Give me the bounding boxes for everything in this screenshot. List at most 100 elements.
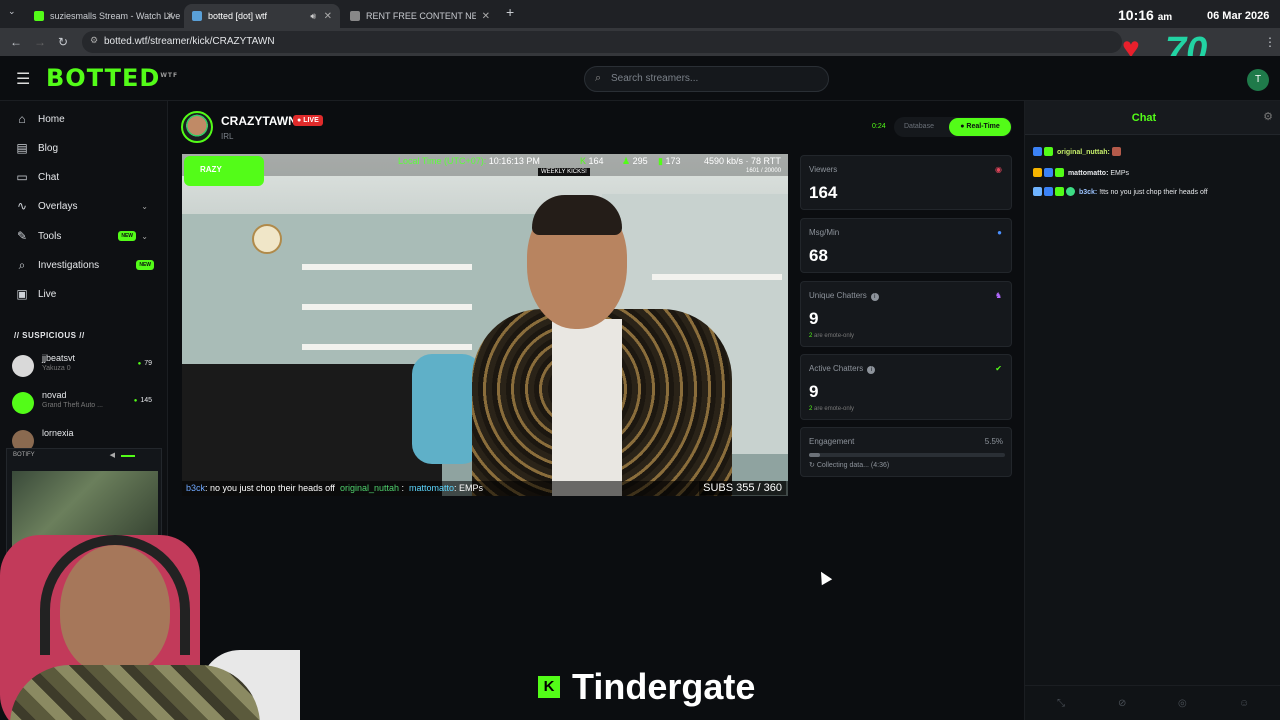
streamer-name: lornexia: [42, 428, 74, 438]
sidebar-item-label: Investigations: [38, 259, 100, 271]
chat-username[interactable]: mattomatto:: [1068, 170, 1108, 177]
emote-text: are emote-only: [814, 406, 855, 412]
ticker-user: original_nuttah: [339, 483, 399, 493]
local-time: Local Time (UTC+07): 10:16:13 PM: [398, 156, 540, 166]
close-tab-icon[interactable]: ✕: [166, 11, 174, 22]
emoji-icon[interactable]: ☺: [1239, 698, 1249, 709]
url-field[interactable]: ⚙ botted.wtf/streamer/kick/CRAZYTAWN: [82, 31, 1122, 53]
pulse-icon: ∿: [16, 199, 28, 213]
url-text: botted.wtf/streamer/kick/CRAZYTAWN: [104, 36, 275, 47]
close-tab-icon[interactable]: ✕: [482, 11, 490, 22]
streamer-name[interactable]: CRAZYTAWN: [221, 114, 297, 128]
sidebar-item-chat[interactable]: ▭ Chat: [14, 167, 154, 187]
search-input[interactable]: ⌕ Search streamers...: [584, 66, 829, 92]
browser-tab-1[interactable]: suziesmalls Stream - Watch Live ✕: [26, 4, 182, 28]
suspicious-streamer-row[interactable]: novad Grand Theft Auto ... 145: [12, 390, 152, 418]
shelf: [302, 344, 472, 350]
info-icon[interactable]: i: [867, 366, 876, 374]
unique-chatters-card: Unique Chatters i ♞ 9 2 are emote-only: [800, 281, 1012, 347]
card-label: Viewers: [809, 165, 838, 174]
clock: 10:16 am: [1118, 7, 1172, 23]
wrench-icon: ✎: [16, 229, 28, 243]
check-circle-icon: ✔: [995, 364, 1002, 373]
chat-icon: ▮: [658, 156, 663, 166]
tab-list-icon[interactable]: ⌄: [8, 6, 16, 17]
new-badge: NEW: [136, 260, 154, 270]
emote-text: are emote-only: [814, 333, 855, 339]
browser-address-bar: ← → ↻ ⚙ botted.wtf/streamer/kick/CRAZYTA…: [0, 28, 1280, 56]
viewer-count: 145: [134, 397, 152, 404]
camera-icon[interactable]: ◎: [1178, 698, 1187, 709]
streamer-name: novad: [42, 390, 67, 400]
engagement-status-text: Collecting data... (4:36): [816, 462, 890, 469]
viewer-stat: K 164: [580, 156, 604, 166]
minimize-icon[interactable]: ⤡: [1057, 698, 1065, 709]
streamer-avatar[interactable]: [181, 111, 213, 143]
gear-icon[interactable]: ⚙: [1263, 110, 1273, 123]
no-eye-icon[interactable]: ⊘: [1118, 698, 1126, 709]
kick-favicon-icon: [34, 11, 44, 21]
card-label: Active Chatters: [809, 364, 864, 373]
reload-icon[interactable]: ↻: [58, 35, 68, 49]
engagement-card: Engagement 5.5% ↻ Collecting data... (4:…: [800, 427, 1012, 477]
user-avatar[interactable]: T: [1247, 69, 1269, 91]
volume-slider[interactable]: [121, 455, 135, 457]
engagement-percent: 5.5%: [984, 437, 1003, 446]
clock-date: 06 Mar 2026: [1207, 10, 1270, 22]
chat-ticker: b3ck: no you just chop their heads off o…: [182, 481, 788, 496]
sidebar-item-label: Chat: [38, 171, 60, 183]
site-logo[interactable]: BOTTEDWTF: [46, 64, 178, 92]
chat-bubble-icon: ▭: [16, 170, 28, 184]
card-label-wrap: Active Chatters i: [809, 364, 876, 374]
botify-label: BOTIFY: [13, 452, 35, 458]
live-badge: ● LIVE: [293, 115, 323, 126]
site-info-icon[interactable]: ⚙: [90, 35, 98, 46]
sidebar-item-blog[interactable]: ▤ Blog: [14, 138, 154, 158]
sidebar-item-tools[interactable]: ✎ Tools NEW ⌄: [14, 226, 154, 246]
card-label: Engagement: [809, 437, 855, 446]
person-icon: ♟: [622, 156, 631, 166]
chat-username[interactable]: b3ck:: [1079, 189, 1097, 196]
menu-kebab-icon[interactable]: ⋮: [1264, 35, 1276, 49]
kick-icon: K: [580, 156, 587, 166]
info-icon[interactable]: i: [870, 293, 879, 301]
chat-username[interactable]: original_nuttah:: [1057, 149, 1110, 156]
emote-count: 2: [809, 406, 813, 412]
suspicious-streamer-row[interactable]: jjbeatsvt Yakuza 0 79: [12, 353, 152, 381]
hamburger-menu-icon[interactable]: ☰: [16, 69, 30, 89]
speaker-icon[interactable]: ◀: [110, 451, 115, 459]
verified-icon: [1066, 187, 1075, 196]
overlay-chatters: 173: [665, 156, 681, 166]
active-chatters-card: Active Chatters i ✔ 9 2 are emote-only: [800, 354, 1012, 420]
speaker-icon[interactable]: 🔊︎: [310, 11, 316, 22]
close-tab-icon[interactable]: ✕: [324, 11, 332, 22]
new-tab-icon[interactable]: +: [506, 4, 514, 20]
sidebar-item-label: Tools: [38, 230, 62, 242]
sidebar-item-live[interactable]: ▣ Live: [14, 284, 154, 304]
engagement-bar: [809, 453, 1005, 457]
sidebar-item-overlays[interactable]: ∿ Overlays ⌄: [14, 196, 154, 216]
tindergate-overlay: K Tindergate: [538, 665, 755, 709]
browser-tab-2[interactable]: botted [dot] wtf 🔊︎ ✕: [184, 4, 340, 28]
chat-message: mattomatto: EMPs: [1033, 168, 1269, 179]
chevron-down-icon: ⌄: [141, 201, 148, 211]
crown-icon: [1033, 168, 1042, 177]
emote-icon: [1111, 147, 1121, 156]
live-label: LIVE: [303, 117, 319, 124]
mode-database-button[interactable]: Database: [904, 123, 934, 130]
badge-icon: [1044, 187, 1053, 196]
tv-icon: ▣: [16, 287, 28, 301]
mode-realtime-button[interactable]: ● Real-Time: [949, 118, 1011, 136]
browser-tab-3[interactable]: RENT FREE CONTENT NETWORK ✕: [342, 4, 498, 28]
refresh-timer: 0:24: [872, 123, 886, 130]
forward-icon[interactable]: →: [34, 35, 46, 49]
sidebar-item-investigations[interactable]: ⌕ Investigations NEW: [14, 255, 154, 275]
video-player[interactable]: RAZY Local Time (UTC+07): 10:16:13 PM K …: [182, 154, 788, 496]
follower-stat: ♟ 295: [622, 156, 648, 167]
back-icon[interactable]: ←: [10, 35, 22, 49]
overlay-title: Tindergate: [572, 666, 756, 707]
tab-title: RENT FREE CONTENT NETWORK: [366, 11, 476, 21]
sidebar-item-label: Home: [38, 113, 65, 125]
sidebar-item-home[interactable]: ⌂ Home: [14, 109, 154, 129]
ticker-message: : no you just chop their heads off: [205, 483, 335, 493]
